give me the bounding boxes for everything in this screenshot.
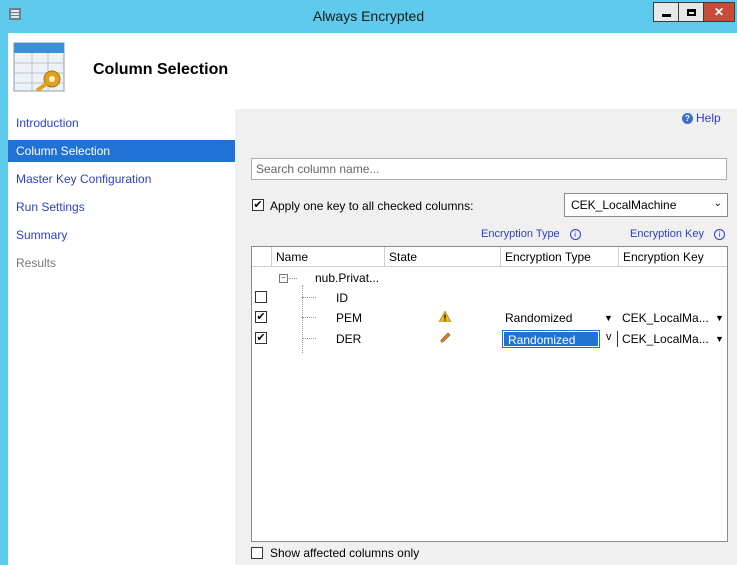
columns-grid[interactable]: Name State Encryption Type Encryption Ke… xyxy=(251,246,728,542)
tree-connector xyxy=(302,338,316,339)
maximize-button[interactable] xyxy=(678,2,704,22)
encryption-key-link-label: Encryption Key xyxy=(630,228,704,240)
window-title: Always Encrypted xyxy=(312,8,425,24)
sidebar: Introduction Column Selection Master Key… xyxy=(8,109,235,565)
tree-connector xyxy=(302,297,316,298)
help-icon: ? xyxy=(682,112,693,124)
minimize-icon xyxy=(661,13,671,17)
sidebar-item-introduction[interactable]: Introduction xyxy=(8,112,235,134)
row-name-id: ID xyxy=(336,291,348,305)
title-bar: Always Encrypted ✕ xyxy=(0,0,737,33)
tree-connector xyxy=(302,317,316,318)
sidebar-item-summary[interactable]: Summary xyxy=(8,224,235,246)
apply-key-checkbox[interactable]: ✔ xyxy=(252,199,264,211)
tree-connector xyxy=(302,285,303,353)
help-link[interactable]: ? Help xyxy=(682,111,721,125)
warning-icon xyxy=(439,311,451,322)
encryption-key-link[interactable]: Encryption Key i xyxy=(630,228,725,240)
apply-key-label: Apply one key to all checked columns: xyxy=(270,199,474,213)
page-title: Column Selection xyxy=(93,61,229,78)
tree-connector xyxy=(289,278,297,279)
maximize-icon xyxy=(686,8,696,16)
help-label: Help xyxy=(696,111,721,125)
row-enc-type-der[interactable]: Randomized xyxy=(502,330,600,348)
close-icon: ✕ xyxy=(713,5,725,19)
row-enc-type-der-value: Randomized xyxy=(508,333,576,347)
sidebar-item-master-key-configuration[interactable]: Master Key Configuration xyxy=(8,168,235,190)
tree-group-label: nub.Privat... xyxy=(315,271,380,285)
minimize-button[interactable] xyxy=(653,2,679,22)
chevron-down-icon[interactable]: v xyxy=(606,331,612,343)
info-icon: i xyxy=(713,228,725,240)
row-name-der: DER xyxy=(336,332,362,346)
row-name-pem: PEM xyxy=(336,311,363,325)
grid-header-check xyxy=(252,247,272,267)
close-button[interactable]: ✕ xyxy=(703,2,735,22)
chevron-down-icon: ⌄ xyxy=(713,198,722,209)
row-checkbox-id[interactable] xyxy=(255,291,267,303)
chevron-down-icon[interactable]: ▼ xyxy=(604,313,613,323)
row-checkbox-der[interactable]: ✔ xyxy=(255,332,267,344)
key-select[interactable]: CEK_LocalMachine ⌄ xyxy=(564,193,728,217)
grid-header-name[interactable]: Name xyxy=(272,247,385,267)
page-header: Column Selection xyxy=(8,33,737,108)
sidebar-item-run-settings[interactable]: Run Settings xyxy=(8,196,235,218)
search-input[interactable] xyxy=(251,158,727,180)
collapse-icon[interactable]: − xyxy=(279,274,288,283)
grid-header-encryption-key[interactable]: Encryption Key xyxy=(619,247,727,267)
table-key-icon xyxy=(13,42,65,93)
row-enc-type-pem[interactable]: Randomized xyxy=(505,311,572,325)
encryption-type-link[interactable]: Encryption Type i xyxy=(481,228,581,240)
sidebar-item-results: Results xyxy=(16,256,57,270)
grid-header-encryption-type[interactable]: Encryption Type xyxy=(501,247,619,267)
row-checkbox-pem[interactable]: ✔ xyxy=(255,311,267,323)
row-enc-key-pem[interactable]: CEK_LocalMa... xyxy=(622,311,709,325)
encryption-type-link-label: Encryption Type xyxy=(481,228,560,240)
chevron-down-icon[interactable]: ▼ xyxy=(715,334,724,344)
info-icon: i xyxy=(569,228,581,240)
show-affected-checkbox[interactable] xyxy=(251,547,263,559)
show-affected-label: Show affected columns only xyxy=(270,546,420,560)
sidebar-item-column-selection[interactable]: Column Selection xyxy=(8,140,235,162)
row-enc-key-der[interactable]: CEK_LocalMa... xyxy=(622,332,709,346)
chevron-down-icon[interactable]: ▼ xyxy=(715,313,724,323)
pencil-icon xyxy=(440,332,451,343)
grid-header-state[interactable]: State xyxy=(385,247,501,267)
window-left-border xyxy=(0,33,8,565)
key-select-value: CEK_LocalMachine xyxy=(571,198,677,212)
cell-divider xyxy=(617,331,618,347)
